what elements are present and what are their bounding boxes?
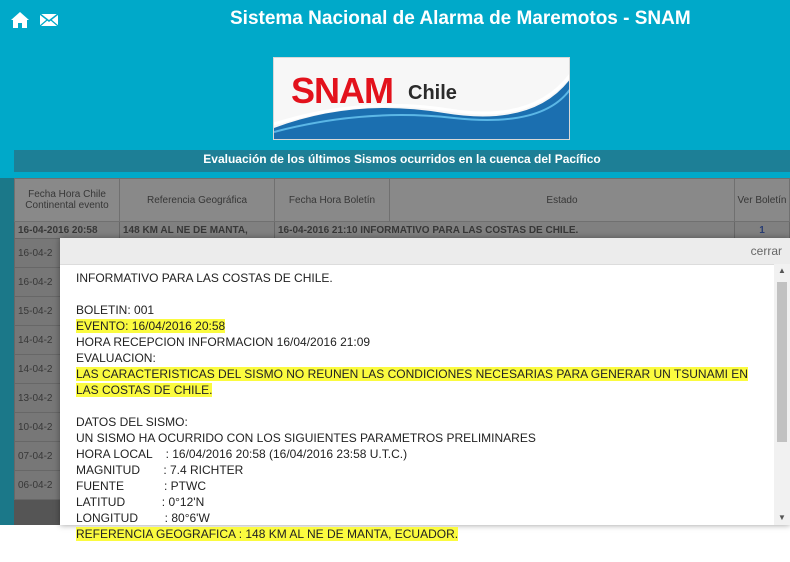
scrollbar[interactable]: ▲ ▼: [774, 264, 790, 525]
events-subtitle: Evaluación de los últimos Sismos ocurrid…: [14, 150, 790, 172]
bulletin-line: LONGITUD : 80°6'W: [76, 510, 766, 525]
bulletin-line: [76, 286, 766, 302]
bulletin-line-text: FUENTE : PTWC: [76, 479, 207, 493]
home-icon[interactable]: [10, 11, 30, 29]
bulletin-modal: cerrar INFORMATIVO PARA LAS COSTAS DE CH…: [60, 238, 790, 525]
bulletin-line: EVALUACION:: [76, 350, 766, 366]
bulletin-line: HORA LOCAL : 16/04/2016 20:58 (16/04/201…: [76, 446, 766, 462]
bulletin-line-text: INFORMATIVO PARA LAS COSTAS DE CHILE.: [76, 271, 333, 285]
bulletin-line-text: LATITUD : 0°12'N: [76, 495, 205, 509]
bulletin-line-text: EVENTO: 16/04/2016 20:58: [76, 319, 226, 333]
bulletin-line: LAS CARACTERISTICAS DEL SISMO NO REUNEN …: [76, 366, 766, 398]
bulletin-line-text: HORA LOCAL : 16/04/2016 20:58 (16/04/201…: [76, 447, 408, 461]
bulletin-line: BOLETIN: 001: [76, 302, 766, 318]
bulletin-line-text: HORA RECEPCION INFORMACION 16/04/2016 21…: [76, 335, 371, 349]
bulletin-line-text: DATOS DEL SISMO:: [76, 415, 188, 429]
close-button[interactable]: cerrar: [751, 244, 782, 258]
snam-logo: SNAM Chile: [273, 57, 570, 140]
referencia-geografica-line: REFERENCIA GEOGRAFICA : 148 KM AL NE DE …: [76, 527, 459, 541]
bulletin-line-text: BOLETIN: 001: [76, 303, 155, 317]
bulletin-line: MAGNITUD : 7.4 RICHTER: [76, 462, 766, 478]
bulletin-line-text: MAGNITUD : 7.4 RICHTER: [76, 463, 244, 477]
modal-body: INFORMATIVO PARA LAS COSTAS DE CHILE. BOL…: [60, 264, 774, 525]
bulletin-line: LATITUD : 0°12'N: [76, 494, 766, 510]
bulletin-line-text: UN SISMO HA OCURRIDO CON LOS SIGUIENTES …: [76, 431, 536, 445]
mail-icon[interactable]: [39, 11, 59, 29]
top-bar: Sistema Nacional de Alarma de Maremotos …: [0, 0, 790, 40]
bulletin-line: [76, 398, 766, 414]
bulletin-text: INFORMATIVO PARA LAS COSTAS DE CHILE. BOL…: [76, 270, 766, 525]
bulletin-line-text: LONGITUD : 80°6'W: [76, 511, 210, 525]
bulletin-line: UN SISMO HA OCURRIDO CON LOS SIGUIENTES …: [76, 430, 766, 446]
page-title: Sistema Nacional de Alarma de Maremotos …: [230, 8, 691, 29]
bulletin-line-text: EVALUACION:: [76, 351, 156, 365]
bulletin-line: DATOS DEL SISMO:: [76, 414, 766, 430]
logo-chile-text: Chile: [408, 82, 457, 104]
logo-snam-text: SNAM: [291, 70, 394, 111]
modal-header: cerrar: [60, 238, 790, 265]
scroll-thumb[interactable]: [777, 282, 787, 442]
bulletin-line-text: LAS CARACTERISTICAS DEL SISMO NO REUNEN …: [76, 367, 748, 397]
scroll-up-arrow-icon[interactable]: ▲: [774, 264, 790, 278]
bulletin-line: FUENTE : PTWC: [76, 478, 766, 494]
bulletin-line: EVENTO: 16/04/2016 20:58: [76, 318, 766, 334]
bulletin-line: INFORMATIVO PARA LAS COSTAS DE CHILE.: [76, 270, 766, 286]
bulletin-line: HORA RECEPCION INFORMACION 16/04/2016 21…: [76, 334, 766, 350]
scroll-down-arrow-icon[interactable]: ▼: [774, 511, 790, 525]
